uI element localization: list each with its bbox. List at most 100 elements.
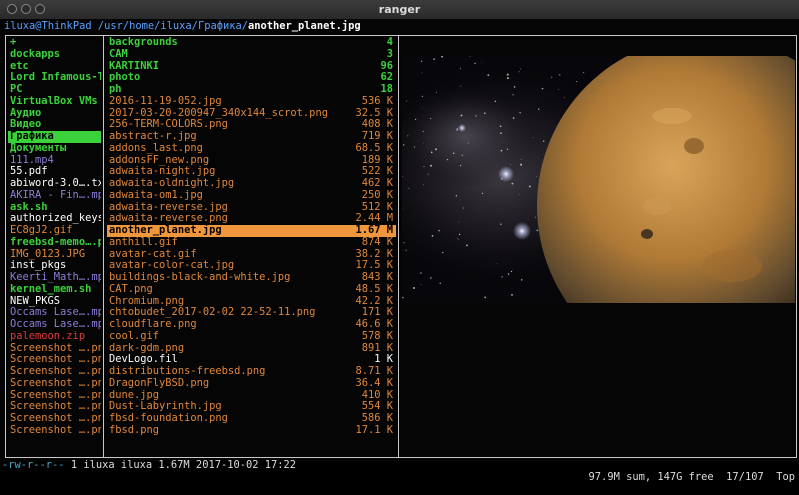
entry-name: Occams Lase….mp3 bbox=[10, 307, 101, 319]
file-entry[interactable]: Документы bbox=[8, 143, 101, 155]
entry-name: adwaita-night.jpg bbox=[109, 166, 356, 178]
file-entry[interactable]: adwaita-reverse.png2.44 M bbox=[107, 213, 396, 225]
file-entry[interactable]: 55.pdf bbox=[8, 166, 101, 178]
entry-name: 55.pdf bbox=[10, 166, 101, 178]
file-entry[interactable]: adwaita-reverse.jpg512 K bbox=[107, 202, 396, 214]
file-entry[interactable]: fbsd.png17.1 K bbox=[107, 425, 396, 437]
file-entry[interactable]: VirtualBox VMs bbox=[8, 96, 101, 108]
entry-name: adwaita-reverse.jpg bbox=[109, 202, 356, 214]
file-entry[interactable]: Occams Lase….mp3 bbox=[8, 307, 101, 319]
entry-name: Screenshot ….png bbox=[10, 390, 101, 402]
file-entry[interactable]: 2016-11-19-052.jpg536 K bbox=[107, 96, 396, 108]
entry-name: KARTINKI bbox=[109, 61, 356, 73]
file-entry[interactable]: freebsd-memo….pl bbox=[8, 237, 101, 249]
selected-entry[interactable]: Графика bbox=[8, 131, 101, 143]
star-dot bbox=[543, 141, 544, 142]
file-entry[interactable]: photo62 bbox=[107, 72, 396, 84]
entry-name: palemoon.zip bbox=[10, 331, 101, 343]
file-entry[interactable]: KARTINKI96 bbox=[107, 61, 396, 73]
file-entry[interactable]: addons_last.png68.5 K bbox=[107, 143, 396, 155]
file-entry[interactable]: 256-TERM-COLORS.png408 K bbox=[107, 119, 396, 131]
file-entry[interactable]: Screenshot ….png bbox=[8, 343, 101, 355]
file-entry[interactable]: Screenshot ….png bbox=[8, 378, 101, 390]
star-dot bbox=[453, 152, 455, 154]
file-entry[interactable]: + bbox=[8, 37, 101, 49]
file-entry[interactable]: dockapps bbox=[8, 49, 101, 61]
file-entry[interactable]: avatar-cat.gif38.2 K bbox=[107, 249, 396, 261]
file-entry[interactable]: abiword-3.0….txz bbox=[8, 178, 101, 190]
file-entry[interactable]: Keerti_Math….mp3 bbox=[8, 272, 101, 284]
file-entry[interactable]: 111.mp4 bbox=[8, 155, 101, 167]
star-dot bbox=[423, 143, 424, 144]
file-entry[interactable]: Screenshot ….png bbox=[8, 390, 101, 402]
file-entry[interactable]: Screenshot ….png bbox=[8, 366, 101, 378]
file-entry[interactable]: dark-gdm.png891 K bbox=[107, 343, 396, 355]
entry-name: cool.gif bbox=[109, 331, 356, 343]
star-dot bbox=[456, 130, 457, 131]
entry-name: adwaita-reverse.png bbox=[109, 213, 356, 225]
star-dot bbox=[500, 132, 502, 134]
star-dot bbox=[537, 230, 539, 232]
entry-name: CAM bbox=[109, 49, 356, 61]
parent-directory-column: +dockappsetcLord Infamous-T…PCVirtualBox… bbox=[8, 37, 101, 437]
file-entry[interactable]: PC bbox=[8, 84, 101, 96]
star-dot bbox=[536, 176, 537, 177]
file-entry[interactable]: Occams Lase….mp3 bbox=[8, 319, 101, 331]
file-entry[interactable]: CAT.png48.5 K bbox=[107, 284, 396, 296]
star-dot bbox=[475, 115, 476, 116]
file-entry[interactable]: buildings-black-and-white.jpg843 K bbox=[107, 272, 396, 284]
selected-entry[interactable]: another_planet.jpg1.67 M bbox=[107, 225, 396, 237]
entry-size: 17.5 K bbox=[355, 260, 393, 272]
file-entry[interactable]: Lord Infamous-T… bbox=[8, 72, 101, 84]
file-entry[interactable]: NEW_PKGS bbox=[8, 296, 101, 308]
file-entry[interactable]: inst_pkgs bbox=[8, 260, 101, 272]
star-dot bbox=[559, 74, 560, 75]
file-entry[interactable]: kernel_mem.sh bbox=[8, 284, 101, 296]
file-entry[interactable]: ask.sh bbox=[8, 202, 101, 214]
file-entry[interactable]: DragonFlyBSD.png36.4 K bbox=[107, 378, 396, 390]
entry-size: 32.5 K bbox=[355, 108, 393, 120]
file-entry[interactable]: Аудио bbox=[8, 108, 101, 120]
file-entry[interactable]: palemoon.zip bbox=[8, 331, 101, 343]
entry-size: 62 bbox=[380, 72, 393, 84]
file-entry[interactable]: cloudflare.png46.6 K bbox=[107, 319, 396, 331]
star-dot bbox=[520, 68, 521, 69]
file-entry[interactable]: Chromium.png42.2 K bbox=[107, 296, 396, 308]
entry-name: adwaita-om1.jpg bbox=[109, 190, 356, 202]
file-entry[interactable]: adwaita-night.jpg522 K bbox=[107, 166, 396, 178]
entry-size: 578 K bbox=[362, 331, 393, 343]
star-dot bbox=[500, 223, 501, 224]
file-entry[interactable]: cool.gif 578 K bbox=[107, 331, 396, 343]
file-entry[interactable]: Screenshot ….png bbox=[8, 354, 101, 366]
file-entry[interactable]: addonsFF_new.png189 K bbox=[107, 155, 396, 167]
file-entry[interactable]: authorized_keys bbox=[8, 213, 101, 225]
file-entry[interactable]: chtobudet_2017-02-02 22-52-11.png171 K bbox=[107, 307, 396, 319]
entry-name: Screenshot ….png bbox=[10, 378, 101, 390]
file-entry[interactable]: Screenshot ….png bbox=[8, 425, 101, 437]
file-entry[interactable]: Screenshot ….png bbox=[8, 401, 101, 413]
window-titlebar: ranger bbox=[0, 0, 799, 20]
entry-size: 4 bbox=[387, 37, 393, 49]
file-entry[interactable]: adwaita-om1.jpg250 K bbox=[107, 190, 396, 202]
file-entry[interactable]: etc bbox=[8, 61, 101, 73]
file-entry[interactable]: abstract-r.jpg719 K bbox=[107, 131, 396, 143]
file-entry[interactable]: dune.jpg410 K bbox=[107, 390, 396, 402]
file-entry[interactable]: anthill.gif874 K bbox=[107, 237, 396, 249]
file-entry[interactable]: Screenshot ….png bbox=[8, 413, 101, 425]
file-entry[interactable]: AKIRA - Fin….mp3 bbox=[8, 190, 101, 202]
file-entry[interactable]: adwaita-oldnight.jpg462 K bbox=[107, 178, 396, 190]
file-entry[interactable]: Dust-Labyrinth.jpg554 K bbox=[107, 401, 396, 413]
file-entry[interactable]: DevLogo.fil1 K bbox=[107, 354, 396, 366]
terminal-area: iluxa@ThinkPad /usr/home/iluxa/Графика/a… bbox=[0, 19, 799, 461]
file-entry[interactable]: IMG_0123.JPG bbox=[8, 249, 101, 261]
file-entry[interactable]: fbsd-foundation.png586 K bbox=[107, 413, 396, 425]
file-entry[interactable]: CAM3 bbox=[107, 49, 396, 61]
file-entry[interactable]: backgrounds4 bbox=[107, 37, 396, 49]
file-entry[interactable]: ph18 bbox=[107, 84, 396, 96]
entry-size: 18 bbox=[380, 84, 393, 96]
file-entry[interactable]: avatar-color-cat.jpg17.5 K bbox=[107, 260, 396, 272]
file-entry[interactable]: 2017-03-20-200947_340x144_scrot.png32.5 … bbox=[107, 108, 396, 120]
file-entry[interactable]: EC8gJ2.gif bbox=[8, 225, 101, 237]
file-entry[interactable]: distributions-freebsd.png8.71 K bbox=[107, 366, 396, 378]
file-entry[interactable]: Видео bbox=[8, 119, 101, 131]
